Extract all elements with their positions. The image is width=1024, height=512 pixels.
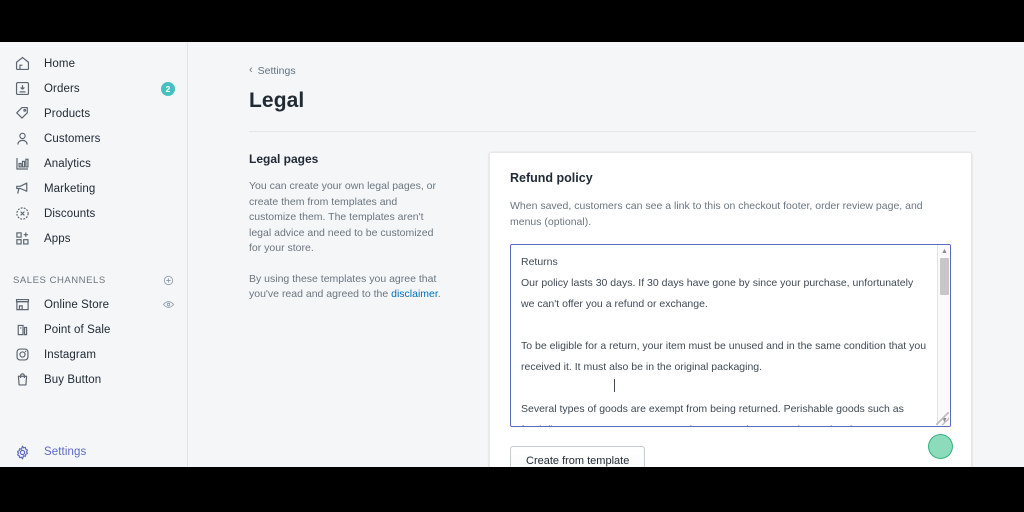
legal-pages-paragraph-2-suffix: . xyxy=(437,288,441,300)
gear-icon xyxy=(13,443,32,462)
orders-icon xyxy=(13,79,32,98)
sidebar-item-label: Customers xyxy=(44,132,101,145)
sidebar-item-online-store[interactable]: Online Store xyxy=(0,292,187,317)
sidebar-item-products[interactable]: Products xyxy=(0,101,187,126)
sales-channels-header: SALES CHANNELS xyxy=(0,268,187,292)
screen: Home Orders 2 Products Customers Analyti… xyxy=(0,0,1024,512)
sidebar-item-home[interactable]: Home xyxy=(0,51,187,76)
eye-icon[interactable] xyxy=(161,298,175,312)
create-from-template-button[interactable]: Create from template xyxy=(510,446,646,467)
home-icon xyxy=(13,54,32,73)
breadcrumb-label: Settings xyxy=(257,64,296,77)
title-divider xyxy=(249,131,976,132)
refund-policy-section: Refund policy When saved, customers can … xyxy=(489,152,972,467)
instagram-icon xyxy=(13,345,32,364)
sidebar-item-discounts[interactable]: Discounts xyxy=(0,201,187,226)
editor-scrollbar[interactable]: ▲ ▼ xyxy=(937,245,950,426)
online-store-icon xyxy=(13,295,32,314)
sidebar-primary-nav: Home Orders 2 Products Customers Analyti… xyxy=(0,42,187,251)
main-content: ‹ Settings Legal Legal pages You can cre… xyxy=(188,42,1024,467)
sidebar-item-instagram[interactable]: Instagram xyxy=(0,342,187,367)
legal-pages-paragraph-2: By using these templates you agree that … xyxy=(249,272,445,303)
scroll-up-arrow-icon[interactable]: ▲ xyxy=(938,245,950,257)
text-caret xyxy=(614,379,615,392)
sidebar-item-label: Point of Sale xyxy=(44,323,111,336)
marketing-megaphone-icon xyxy=(13,179,32,198)
settings-columns: Legal pages You can create your own lega… xyxy=(249,152,972,467)
legal-pages-description: Legal pages You can create your own lega… xyxy=(249,152,445,467)
sidebar-sales-channels-nav: Online Store Point of Sale Instagram Buy… xyxy=(0,292,187,392)
sidebar-item-apps[interactable]: Apps xyxy=(0,226,187,251)
refund-policy-textarea[interactable]: Returns Our policy lasts 30 days. If 30 … xyxy=(511,245,937,426)
sidebar-item-label: Instagram xyxy=(44,348,97,361)
disclaimer-link[interactable]: disclaimer xyxy=(391,288,438,300)
products-tag-icon xyxy=(13,104,32,123)
sales-channels-title: SALES CHANNELS xyxy=(13,274,106,286)
legal-pages-heading: Legal pages xyxy=(249,152,319,166)
buy-button-icon xyxy=(13,370,32,389)
editor-resize-handle[interactable] xyxy=(936,412,949,425)
plus-circle-icon[interactable] xyxy=(161,273,175,287)
sidebar-item-label: Home xyxy=(44,57,76,70)
analytics-bar-chart-icon xyxy=(13,154,32,173)
sidebar-item-settings[interactable]: Settings xyxy=(0,437,188,467)
sidebar-item-label: Marketing xyxy=(44,182,96,195)
sidebar-item-label: Orders xyxy=(44,82,80,95)
refund-policy-editor[interactable]: Returns Our policy lasts 30 days. If 30 … xyxy=(510,244,951,427)
orders-badge: 2 xyxy=(161,81,175,96)
sidebar-item-orders[interactable]: Orders 2 xyxy=(0,76,187,101)
app-viewport: Home Orders 2 Products Customers Analyti… xyxy=(0,42,1024,467)
sidebar-item-buy-button[interactable]: Buy Button xyxy=(0,367,187,392)
letterbox-top xyxy=(0,0,1024,42)
sidebar-item-label: Analytics xyxy=(44,157,91,170)
page-title: Legal xyxy=(249,89,305,112)
apps-grid-plus-icon xyxy=(13,229,32,248)
refund-policy-card: Refund policy When saved, customers can … xyxy=(489,152,972,467)
sidebar-item-label: Apps xyxy=(44,232,71,245)
sidebar-item-analytics[interactable]: Analytics xyxy=(0,151,187,176)
sidebar-item-label: Online Store xyxy=(44,298,110,311)
sidebar-item-point-of-sale[interactable]: Point of Sale xyxy=(0,317,187,342)
cursor-indicator xyxy=(928,434,953,459)
point-of-sale-icon xyxy=(13,320,32,339)
refund-policy-heading: Refund policy xyxy=(510,171,593,185)
breadcrumb[interactable]: ‹ Settings xyxy=(249,65,296,77)
customers-person-icon xyxy=(13,129,32,148)
scrollbar-thumb[interactable] xyxy=(940,258,949,295)
sidebar-item-label: Products xyxy=(44,107,91,120)
sidebar-item-label: Settings xyxy=(44,446,87,458)
sidebar-item-marketing[interactable]: Marketing xyxy=(0,176,187,201)
legal-pages-paragraph-1: You can create your own legal pages, or … xyxy=(249,180,436,254)
letterbox-bottom xyxy=(0,467,1024,512)
sidebar-item-label: Discounts xyxy=(44,207,96,220)
sidebar-item-label: Buy Button xyxy=(44,373,102,386)
sidebar: Home Orders 2 Products Customers Analyti… xyxy=(0,42,188,467)
chevron-left-icon: ‹ xyxy=(249,64,253,76)
sidebar-item-customers[interactable]: Customers xyxy=(0,126,187,151)
refund-policy-helper-text: When saved, customers can see a link to … xyxy=(510,200,923,228)
discounts-icon xyxy=(13,204,32,223)
